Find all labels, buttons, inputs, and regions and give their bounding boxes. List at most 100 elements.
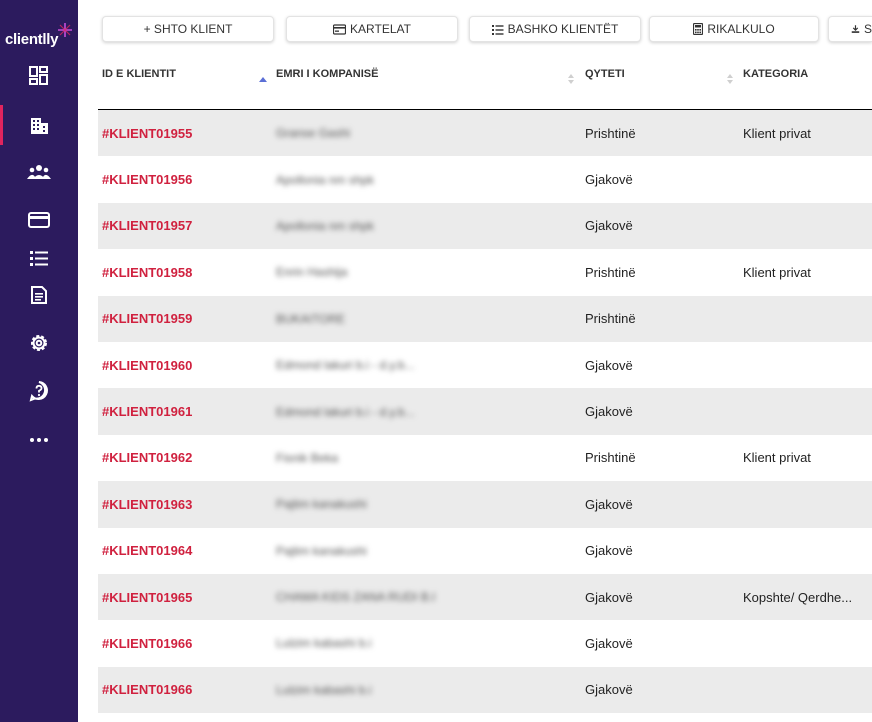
card-icon [28,212,50,228]
table-header: ID E KLIENTIT EMRI I KOMPANISË QYTETI KA… [98,58,872,110]
client-id-link[interactable]: #KLIENT01955 [102,110,192,156]
table-row[interactable]: #KLIENT01962 Fisnik Beka Prishtinë Klient p… [98,434,872,482]
settings-icon [31,335,47,351]
table-row[interactable]: #KLIENT01961 Edmond lakuri b.i - d.y.b...… [98,388,872,435]
company-name: Pajtim kanakushi [276,497,367,512]
client-id-link[interactable]: #KLIENT01966 [102,620,192,666]
sidebar-item-more[interactable] [0,420,78,460]
recalculate-label: RIKALKULO [707,22,775,36]
city: Gjakovë [585,543,633,559]
download-label: S [863,22,872,36]
city: Gjakovë [585,682,633,698]
table-body: #KLIENT01955 Granse Gashi Prishtinë Klient … [98,110,872,714]
client-id-link[interactable]: #KLIENT01956 [102,156,192,202]
sidebar-item-clients[interactable] [0,105,78,145]
more-icon [30,438,48,442]
column-header-company[interactable]: EMRI I KOMPANISË [276,68,378,80]
client-id-link[interactable]: #KLIENT01964 [102,528,192,574]
table-row[interactable]: #KLIENT01956 Apollonia nm shpk Gjakovë [98,156,872,203]
app-logo[interactable]: clientlly [5,22,75,50]
dashboard-icon [29,66,48,85]
sort-both-icon[interactable] [566,71,576,87]
cards-button[interactable]: KARTELAT [286,16,458,42]
merge-clients-label: BASHKO KLIENTËT [507,22,619,36]
client-id-link[interactable]: #KLIENT01961 [102,388,192,434]
column-header-id[interactable]: ID E KLIENTIT [102,68,176,80]
list-icon [491,24,504,35]
company-name: Lulzim kabashi b.i [276,636,372,651]
city: Gjakovë [585,357,633,373]
city: Prishtinë [585,264,636,280]
recalculate-button[interactable]: RIKALKULO [649,16,819,42]
city: Gjakovë [585,635,633,651]
city: Gjakovë [585,589,633,605]
card-icon [333,23,347,35]
table-row[interactable]: #KLIENT01966 Lulzim kabashi b.i Gjakovë [98,620,872,667]
clients-table: ID E KLIENTIT EMRI I KOMPANISË QYTETI KA… [98,58,872,714]
calculator-icon [693,23,704,35]
table-row[interactable]: #KLIENT01958 Enrin Hashija Prishtinë Klient… [98,249,872,296]
table-row[interactable]: #KLIENT01964 Pajtim kanakushi Gjakovë [98,527,872,574]
table-row[interactable]: #KLIENT01963 Pajtim kanakushi Gjakovë [98,481,872,528]
logo-mark-icon [58,23,72,37]
category: Klient privat [743,450,811,466]
company-name: Edmond lakuri b.i - d.y.b... [276,404,415,419]
sidebar-item-help[interactable] [0,371,78,411]
add-client-label: + SHTO KLIENT [143,22,233,36]
city: Prishtinë [585,450,636,466]
client-id-link[interactable]: #KLIENT01966 [102,667,192,713]
table-row[interactable]: #KLIENT01965 CHAMA KIDS ZANA RUDI B.I Gjak… [98,573,872,621]
column-header-city[interactable]: QYTETI [585,68,625,80]
category: Kopshte/ Qerdhe... [743,589,853,605]
client-id-link[interactable]: #KLIENT01965 [102,574,192,620]
sidebar-item-settings[interactable] [0,323,78,363]
download-icon [851,25,860,33]
city: Gjakovë [585,172,633,188]
company-name: Fisnik Beka [276,450,339,465]
company-name: Apollonia nm shpk [276,172,375,187]
client-id-link[interactable]: #KLIENT01960 [102,342,192,388]
sort-asc-icon[interactable] [258,71,268,87]
category: Klient privat [743,125,811,141]
table-row[interactable]: #KLIENT01955 Granse Gashi Prishtinë Klient … [98,110,872,157]
add-client-button[interactable]: + SHTO KLIENT [102,16,274,42]
city: Gjakovë [585,404,633,420]
company-name: Apollonia nm shpk [276,218,375,233]
column-header-category[interactable]: KATEGORIA [743,68,808,80]
sidebar-item-cards[interactable] [0,200,78,240]
table-row[interactable]: #KLIENT01960 Edmond lakuri b.i - d.y.b...… [98,341,872,389]
company-name: Enrin Hashija [276,265,348,280]
sidebar-item-dashboard[interactable] [0,56,78,96]
cards-label: KARTELAT [350,22,411,36]
help-icon [29,381,48,402]
merge-clients-button[interactable]: BASHKO KLIENTËT [469,16,641,42]
city: Gjakovë [585,218,633,234]
sidebar-item-list[interactable] [0,238,78,278]
sidebar-item-documents[interactable] [0,275,78,315]
download-button[interactable]: S [828,16,872,42]
document-icon [31,286,47,304]
sidebar: clientlly [0,0,78,722]
client-id-link[interactable]: #KLIENT01963 [102,481,192,527]
client-id-link[interactable]: #KLIENT01962 [102,435,192,481]
building-icon [31,118,48,134]
table-row[interactable]: #KLIENT01959 BUKAITORE Prishtinë [98,295,872,342]
city: Gjakovë [585,496,633,512]
company-name: Granse Gashi [276,126,351,141]
category: Klient privat [743,264,811,280]
logo-text: clientlly [5,31,59,48]
city: Prishtinë [585,125,636,141]
company-name: Pajtim kanakushi [276,543,367,558]
city: Prishtinë [585,311,636,327]
client-id-link[interactable]: #KLIENT01957 [102,203,192,249]
company-name: CHAMA KIDS ZANA RUDI B.I [276,590,436,605]
table-row[interactable]: #KLIENT01966 Lulzim kabashi b.i Gjakovë [98,666,872,714]
sidebar-item-users[interactable] [0,152,78,192]
company-name: Lulzim kabashi b.i [276,682,372,697]
list-icon [30,251,48,266]
table-row[interactable]: #KLIENT01957 Apollonia nm shpk Gjakovë [98,202,872,250]
client-id-link[interactable]: #KLIENT01959 [102,296,192,342]
sort-both-icon[interactable] [725,71,735,87]
client-id-link[interactable]: #KLIENT01958 [102,249,192,295]
company-name: BUKAITORE [276,311,346,326]
